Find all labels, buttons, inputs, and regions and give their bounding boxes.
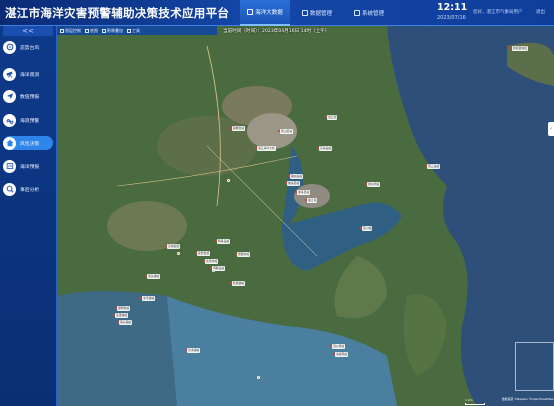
analysis-icon: [3, 182, 16, 196]
map-pin[interactable]: [177, 252, 180, 255]
sidebar-item-label: 风险决策: [20, 141, 40, 147]
map-station-label[interactable]: 遂溪县站: [294, 190, 311, 195]
toolbar-image-overlay[interactable]: 影像叠加: [102, 28, 123, 34]
clock: 12:11: [437, 2, 468, 13]
map-station-label[interactable]: 龙头镇站: [144, 274, 161, 279]
map-station-label[interactable]: 南兴镇站: [116, 320, 133, 325]
image-icon: [102, 28, 106, 33]
map-station-label[interactable]: 霞山区站: [277, 129, 294, 134]
database-icon: [301, 10, 308, 16]
map-station-label[interactable]: 东海岛站: [316, 146, 333, 151]
map-station-label[interactable]: 坡头区站: [284, 181, 301, 186]
map-station-label[interactable]: 吴川站: [359, 226, 373, 231]
map-credit: 数据来源 ©Mapbox ©OpenStreetMap: [502, 397, 554, 401]
app-title: 湛江市海洋灾害预警辅助决策技术应用平台: [5, 6, 230, 20]
toolbar-tools[interactable]: 工具: [127, 28, 140, 34]
logout-link[interactable]: 退出: [536, 9, 545, 15]
map-toolbar: 图层控制 底图 影像叠加 工具: [57, 26, 217, 35]
map-station-label[interactable]: 民安街道: [194, 251, 211, 256]
map-station-label[interactable]: 通明港站: [114, 306, 131, 311]
telescope-icon: [3, 67, 16, 81]
dashboard-icon: [247, 9, 254, 15]
sidebar-item-wave-warning[interactable]: 海浪预警: [3, 113, 53, 127]
map-terrain: [57, 26, 554, 406]
map-station-label[interactable]: 海康港站: [332, 352, 349, 357]
map-station-label[interactable]: 太平镇站: [139, 296, 156, 301]
map-station-label[interactable]: 东简街道: [164, 244, 181, 249]
map-station-label[interactable]: 乾塘镇站: [229, 281, 246, 286]
tab-ocean-big-data[interactable]: 海洋大数据: [240, 0, 290, 26]
toolbar-basemap[interactable]: 底图: [85, 28, 98, 34]
map-station-label[interactable]: 东里镇站: [112, 313, 129, 318]
map-station-label[interactable]: 企水镇站: [184, 348, 201, 353]
layers-icon: [60, 28, 64, 33]
forecast-icon: [3, 159, 16, 173]
map-station-label[interactable]: 北月村站: [202, 259, 219, 264]
date: 2023/07/16: [437, 15, 466, 21]
wave-icon: [3, 113, 16, 127]
map-time-label: 当前时间（时间）：2023年04月16日 14时（上午）: [223, 29, 330, 34]
map-station-label[interactable]: 湛江港: [324, 115, 338, 120]
sidebar-item-ocean-forecast[interactable]: 海洋预报: [3, 159, 53, 173]
map-pin[interactable]: [227, 179, 230, 182]
map-station-label[interactable]: 徐闻县城区: [510, 46, 528, 51]
tools-icon: [127, 28, 131, 33]
nav-tabs: 海洋大数据 数据管理 系统管理: [240, 0, 396, 26]
satellite-map[interactable]: 图层控制 底图 影像叠加 工具 当前时间（时间）：2023年04月16日 14时…: [57, 26, 554, 406]
sidebar-item-label: 事后分析: [20, 187, 40, 193]
sidebar-item-label: 态势台风: [20, 45, 40, 51]
sidebar-item-label: 海浪预警: [20, 118, 40, 124]
sidebar: << 态势台风 海洋观测 数值预报 海浪预警 风险决策 海洋预报 事后分析: [0, 26, 57, 406]
map-pin[interactable]: [212, 269, 215, 272]
settings-icon: [353, 10, 360, 16]
sidebar-item-risk-decision[interactable]: 风险决策: [3, 136, 53, 150]
map-station-label[interactable]: 湛江海湾大桥: [255, 146, 276, 151]
sidebar-item-label: 海洋观测: [20, 72, 40, 78]
tab-system-management[interactable]: 系统管理: [344, 0, 394, 26]
sidebar-item-post-analysis[interactable]: 事后分析: [3, 182, 53, 196]
map-scale-bar: 1 km: [465, 398, 485, 405]
overview-minimap[interactable]: [515, 342, 554, 391]
map-station-label[interactable]: 南三岛站: [424, 164, 441, 169]
sidebar-item-typhoon[interactable]: 态势台风: [3, 40, 53, 54]
basemap-icon: [85, 28, 89, 33]
map-station-label[interactable]: 廉江站: [304, 198, 318, 203]
map-station-label[interactable]: 流沙港站: [329, 344, 346, 349]
map-station-label[interactable]: 硇洲岛站: [287, 174, 304, 179]
sidebar-item-numerical-forecast[interactable]: 数值预报: [3, 89, 53, 103]
tab-data-management[interactable]: 数据管理: [292, 0, 342, 26]
house-icon: [3, 136, 16, 150]
sidebar-item-ocean-observation[interactable]: 海洋观测: [3, 67, 53, 81]
map-station-label[interactable]: 麻章区站: [229, 126, 246, 131]
map-station-label[interactable]: 雷州湾站: [364, 182, 381, 187]
sidebar-item-label: 海洋预报: [20, 164, 40, 170]
toolbar-layer-control[interactable]: 图层控制: [60, 28, 81, 34]
welcome-text: 您好，湛江市气象局用户: [473, 10, 523, 15]
app-header: 湛江市海洋灾害预警辅助决策技术应用平台 海洋大数据 数据管理 系统管理 12:1…: [0, 0, 554, 26]
panel-toggle-handle[interactable]: ‹: [548, 122, 554, 136]
paper-plane-icon: [3, 89, 16, 103]
map-station-label[interactable]: 觉民村站: [234, 252, 251, 257]
map-pin[interactable]: [257, 376, 260, 379]
typhoon-icon: [3, 40, 16, 54]
sidebar-collapse-button[interactable]: <<: [3, 26, 53, 36]
sidebar-item-label: 数值预报: [20, 94, 40, 100]
map-station-label[interactable]: 特呈岛站: [214, 239, 231, 244]
